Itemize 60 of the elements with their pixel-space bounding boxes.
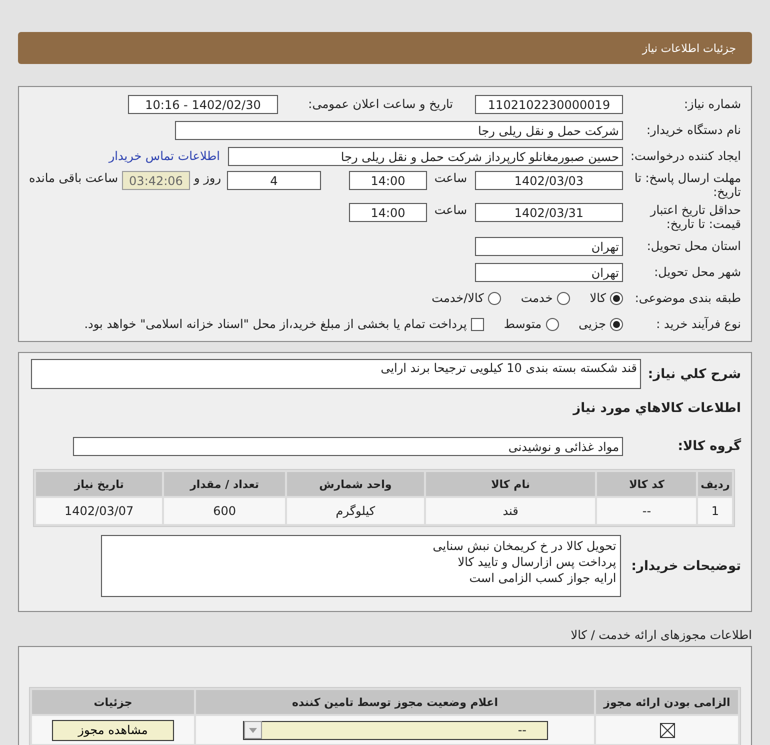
- radio-option[interactable]: خدمت: [520, 291, 570, 305]
- treasury-payment-checkbox[interactable]: پرداخت تمام یا بخشی از مبلغ خرید،از محل "اسناد خزانه اسلامی" خواهد بود.: [84, 317, 484, 331]
- field-label: طبقه بندی موضوعی:: [634, 291, 742, 305]
- buyer-notes-field: تحویل کالا در خ کریمخان نبش سنایی پرداخت پس ازارسال و تایید کالا ارایه جواز کسب الزامی است: [101, 535, 622, 597]
- field-label: استان محل تحویل:: [646, 239, 742, 253]
- column-header: ردیف: [698, 472, 732, 496]
- table-cell: 1402/03/07: [36, 498, 162, 524]
- validity-date-field: 1402/03/31: [475, 203, 623, 222]
- field-label: روز و: [194, 171, 221, 185]
- province-field: تهران: [475, 236, 623, 256]
- field-label: شماره نیاز:: [683, 97, 742, 111]
- field-label: تاریخ و ساعت اعلان عمومی:: [307, 97, 453, 111]
- section-title: اطلاعات كالاهاي مورد نياز: [573, 400, 742, 416]
- need-number-field: 1102102230000019: [475, 94, 623, 114]
- table-cell: کیلوگرم: [286, 498, 424, 524]
- field-label: مهلت ارسال پاسخ: تا تاریخ:: [633, 171, 742, 199]
- column-header: اعلام وضعیت مجوز توسط تامین کننده: [196, 690, 594, 714]
- buyer-field: شرکت حمل و نقل ریلی رجا: [175, 120, 623, 140]
- column-header: تعداد / مقدار: [164, 472, 285, 496]
- table-cell: --: [597, 498, 696, 524]
- field-label: شهر محل تحویل:: [653, 265, 742, 279]
- remaining-time-field: 03:42:06: [122, 171, 190, 190]
- buyer-contact-link[interactable]: اطلاعات تماس خریدار: [108, 149, 220, 163]
- field-label: حداقل تاریخ اعتبار قیمت: تا تاریخ:: [648, 203, 742, 231]
- field-label: شرح کلي نياز:: [646, 366, 742, 382]
- announce-date-field: 1402/02/30 - 10:16: [128, 94, 278, 114]
- table-cell: قند: [426, 498, 596, 524]
- radio-option[interactable]: متوسط: [504, 317, 559, 331]
- status-dropdown[interactable]: --: [242, 720, 548, 740]
- field-label: نوع فرآیند خرید :: [655, 317, 742, 331]
- requester-field: حسین صبورمغانلو کارپرداز شرکت حمل و نقل ریلی رجا: [228, 146, 623, 166]
- column-header: الزامی بودن ارائه مجوز: [596, 690, 738, 714]
- column-header: نام کالا: [426, 472, 596, 496]
- field-label: ساعت باقی مانده: [28, 171, 118, 185]
- required-checkbox[interactable]: [660, 722, 674, 738]
- column-header: تاریخ نیاز: [36, 472, 162, 496]
- goods-group-field: مواد غذائی و نوشیدنی: [73, 436, 623, 456]
- view-permit-button[interactable]: مشاهده مجوز: [52, 720, 174, 740]
- radio-option[interactable]: کالا: [590, 291, 623, 305]
- field-label: ایجاد کننده درخواست:: [629, 149, 742, 163]
- deadline-time-field: 14:00: [349, 171, 427, 190]
- field-label: گروه کالا:: [676, 438, 742, 454]
- city-field: تهران: [475, 262, 623, 282]
- page-title: جزئیات اطلاعات نیاز: [642, 42, 736, 54]
- table-cell: 1: [698, 498, 732, 524]
- field-label: ساعت: [433, 171, 467, 185]
- radio-option[interactable]: کالا/خدمت: [432, 291, 501, 305]
- validity-time-field: 14:00: [349, 203, 427, 222]
- deadline-date-field: 1402/03/03: [475, 171, 623, 190]
- field-label: توضیحات خریدار:: [631, 558, 742, 574]
- field-label: ساعت: [433, 203, 467, 217]
- column-header: واحد شمارش: [286, 472, 424, 496]
- days-field: 4: [227, 171, 321, 190]
- field-label: نام دستگاه خریدار:: [646, 123, 742, 137]
- radio-option[interactable]: جزیی: [578, 317, 623, 331]
- table-cell: 600: [164, 498, 285, 524]
- section-title: اطلاعات مجوزهای ارائه خدمت / کالا: [570, 628, 752, 642]
- description-field: قند شکسته بسته بندی 10 کیلویی ترجیحا برند ارایی: [31, 359, 641, 389]
- column-header: جزئیات: [32, 690, 194, 714]
- column-header: کد کالا: [597, 472, 696, 496]
